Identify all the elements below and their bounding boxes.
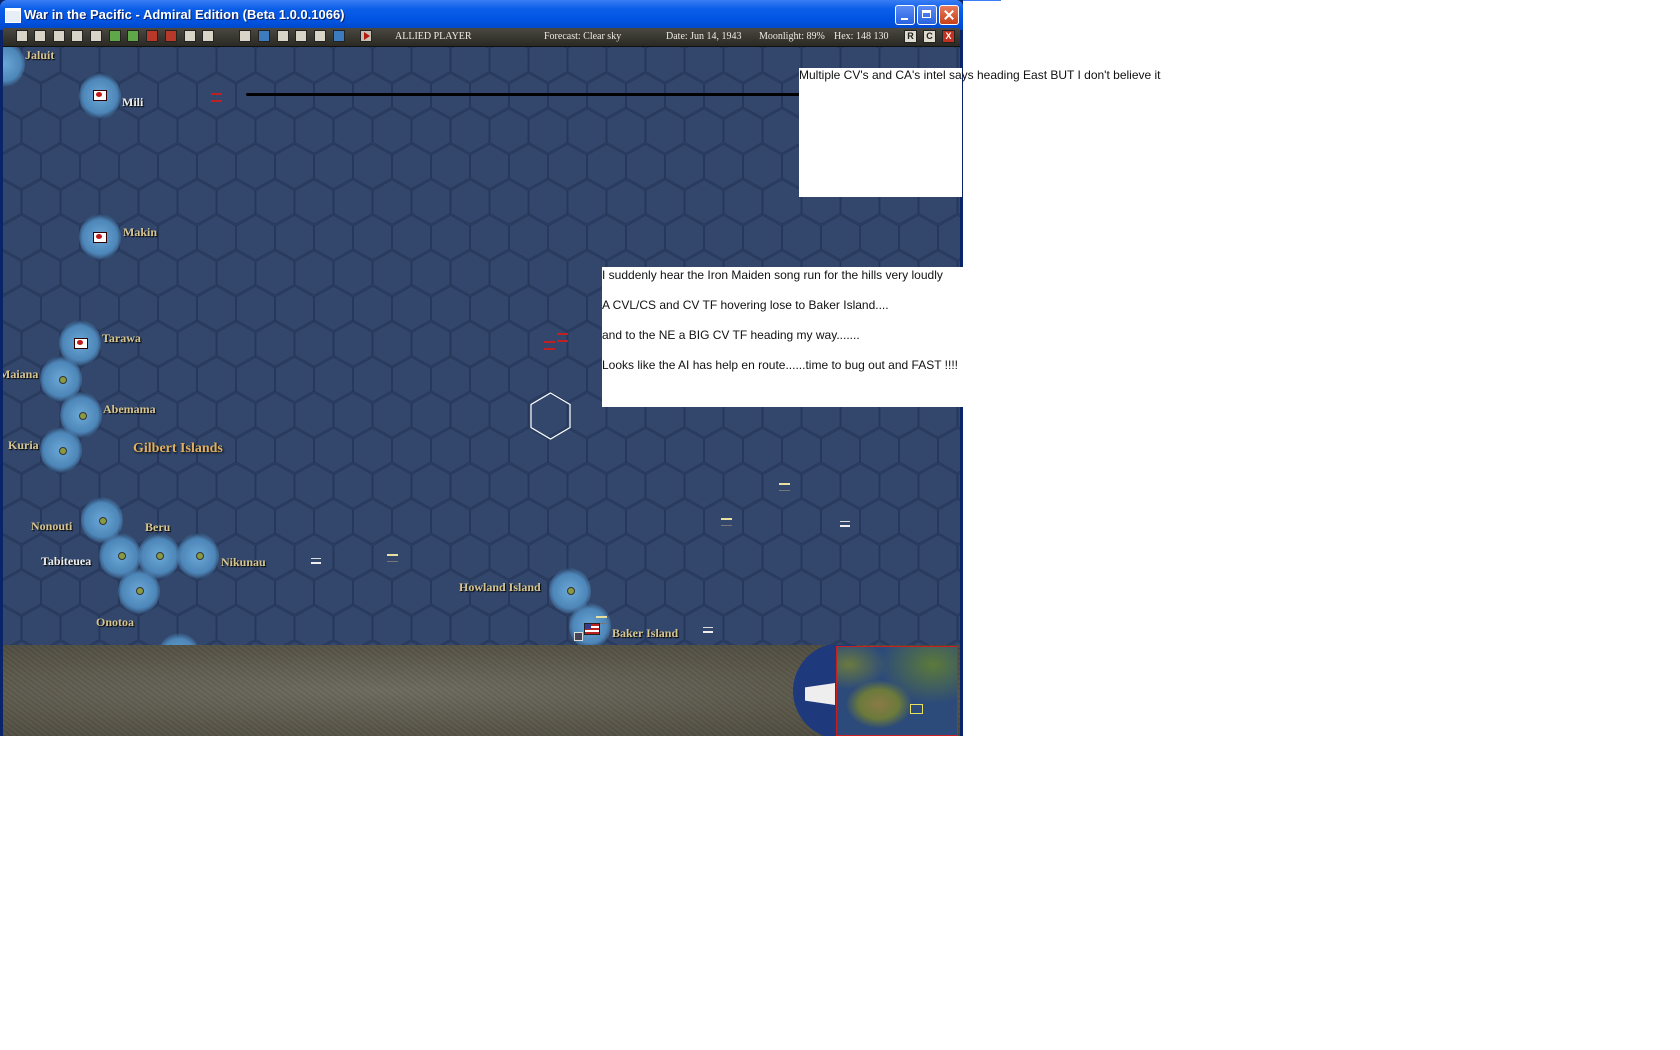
exit-game-button[interactable]: X — [942, 30, 955, 43]
world-minimap[interactable] — [836, 646, 958, 736]
allied-taskforce-icon[interactable] — [721, 518, 732, 526]
place-label-howland: Howland Island — [459, 580, 541, 594]
annotation-line: I suddenly hear the Iron Maiden song run… — [602, 268, 943, 282]
taskforce-icon[interactable] — [239, 30, 251, 42]
player-side-label: ALLIED PLAYER — [395, 31, 472, 42]
annotation-text-1: Multiple CV's and CA's intel says headin… — [799, 68, 1161, 82]
place-label-beru: Beru — [145, 520, 171, 534]
title-bar-stray-line — [963, 0, 1001, 1]
ship-contact-icon[interactable] — [311, 558, 321, 564]
annotation-box-2: I suddenly hear the Iron Maiden song run… — [602, 267, 963, 407]
place-label-nonouti: Nonouti — [31, 519, 73, 533]
end-turn-play-icon[interactable] — [360, 30, 372, 42]
selected-hex-outline[interactable] — [530, 392, 572, 440]
printer-icon[interactable] — [71, 30, 83, 42]
ground-unit-icon[interactable] — [127, 30, 139, 42]
annotation-box-1: Multiple CV's and CA's intel says headin… — [799, 68, 1161, 197]
hex-coordinate-label: Hex: 148 130 — [834, 31, 889, 42]
enemy-taskforce-icon[interactable] — [544, 341, 555, 350]
minimap-viewport-rect[interactable] — [910, 704, 923, 714]
enemy-taskforce-icon[interactable] — [211, 93, 222, 102]
atoll-icon[interactable] — [79, 412, 87, 420]
ship-contact-icon[interactable] — [703, 627, 713, 633]
japanese-base-icon[interactable] — [93, 232, 107, 243]
allied-taskforce-icon[interactable] — [779, 483, 790, 491]
annotation-line: and to the NE a BIG CV TF heading my way… — [602, 328, 860, 342]
atoll-icon[interactable] — [196, 552, 204, 560]
atoll-icon[interactable] — [59, 447, 67, 455]
list-icon[interactable] — [53, 30, 65, 42]
grid-icon[interactable] — [314, 30, 326, 42]
heading-arrow-line — [246, 93, 803, 96]
atoll-icon[interactable] — [136, 587, 144, 595]
place-label-baker: Baker Island — [612, 626, 679, 640]
atoll-icon[interactable] — [567, 587, 575, 595]
window-title: War in the Pacific - Admiral Edition (Be… — [24, 7, 345, 22]
forecast-label: Forecast: Clear sky — [544, 31, 622, 42]
place-label-tabiteuea: Tabiteuea — [41, 554, 92, 568]
date-label: Date: Jun 14, 1943 — [666, 31, 742, 42]
report-icon[interactable] — [34, 30, 46, 42]
maximize-button[interactable] — [917, 5, 937, 25]
region-label-gilbert: Gilbert Islands — [133, 441, 223, 456]
star-icon[interactable] — [109, 30, 121, 42]
atoll-icon[interactable] — [156, 552, 164, 560]
sky-icon[interactable] — [333, 30, 345, 42]
moonlight-label: Moonlight: 89% — [759, 31, 825, 42]
annotation-line: A CVL/CS and CV TF hovering lose to Bake… — [602, 298, 889, 312]
atoll-icon[interactable] — [118, 552, 126, 560]
us-base-flag-icon[interactable] — [584, 623, 600, 635]
place-label-maiana: Maiana — [3, 367, 39, 381]
info-icon[interactable] — [90, 30, 102, 42]
annotation-line: Looks like the AI has help en route.....… — [602, 358, 958, 372]
minimize-button[interactable] — [895, 5, 915, 25]
sub-icon[interactable] — [202, 30, 214, 42]
place-label-mili: Mili — [122, 95, 144, 109]
place-label-abemama: Abemama — [103, 402, 156, 416]
place-label-onotoa: Onotoa — [96, 615, 135, 629]
combat-button[interactable]: C — [923, 30, 936, 43]
atoll-icon[interactable] — [99, 517, 107, 525]
game-toolbar: ALLIED PLAYER Forecast: Clear sky Date: … — [3, 28, 960, 47]
place-label-nikunau: Nikunau — [221, 555, 266, 569]
op-icon[interactable] — [295, 30, 307, 42]
target-icon[interactable] — [277, 30, 289, 42]
place-label-kuria: Kuria — [8, 438, 39, 452]
japanese-base-icon[interactable] — [74, 338, 88, 349]
title-bar[interactable]: War in the Pacific - Admiral Edition (Be… — [0, 0, 963, 30]
save-icon[interactable] — [16, 30, 28, 42]
aircraft-icon[interactable] — [146, 30, 158, 42]
place-label-tarawa: Tarawa — [102, 331, 141, 345]
reports-button[interactable]: R — [904, 30, 917, 43]
allied-taskforce-icon[interactable] — [387, 554, 398, 562]
airfield-icon[interactable] — [574, 632, 583, 641]
ship-icon[interactable] — [184, 30, 196, 42]
ship-contact-icon[interactable] — [840, 521, 850, 527]
place-label-jaluit: Jaluit — [25, 48, 55, 62]
place-label-makin: Makin — [123, 225, 158, 239]
enemy-taskforce-icon[interactable] — [557, 333, 568, 342]
bottom-info-panel — [3, 645, 960, 736]
close-window-button[interactable] — [939, 5, 959, 25]
flag-icon[interactable] — [165, 30, 177, 42]
globe-icon[interactable] — [258, 30, 270, 42]
japanese-base-icon[interactable] — [93, 90, 107, 101]
atoll-icon[interactable] — [59, 376, 67, 384]
app-window-icon — [5, 8, 21, 23]
